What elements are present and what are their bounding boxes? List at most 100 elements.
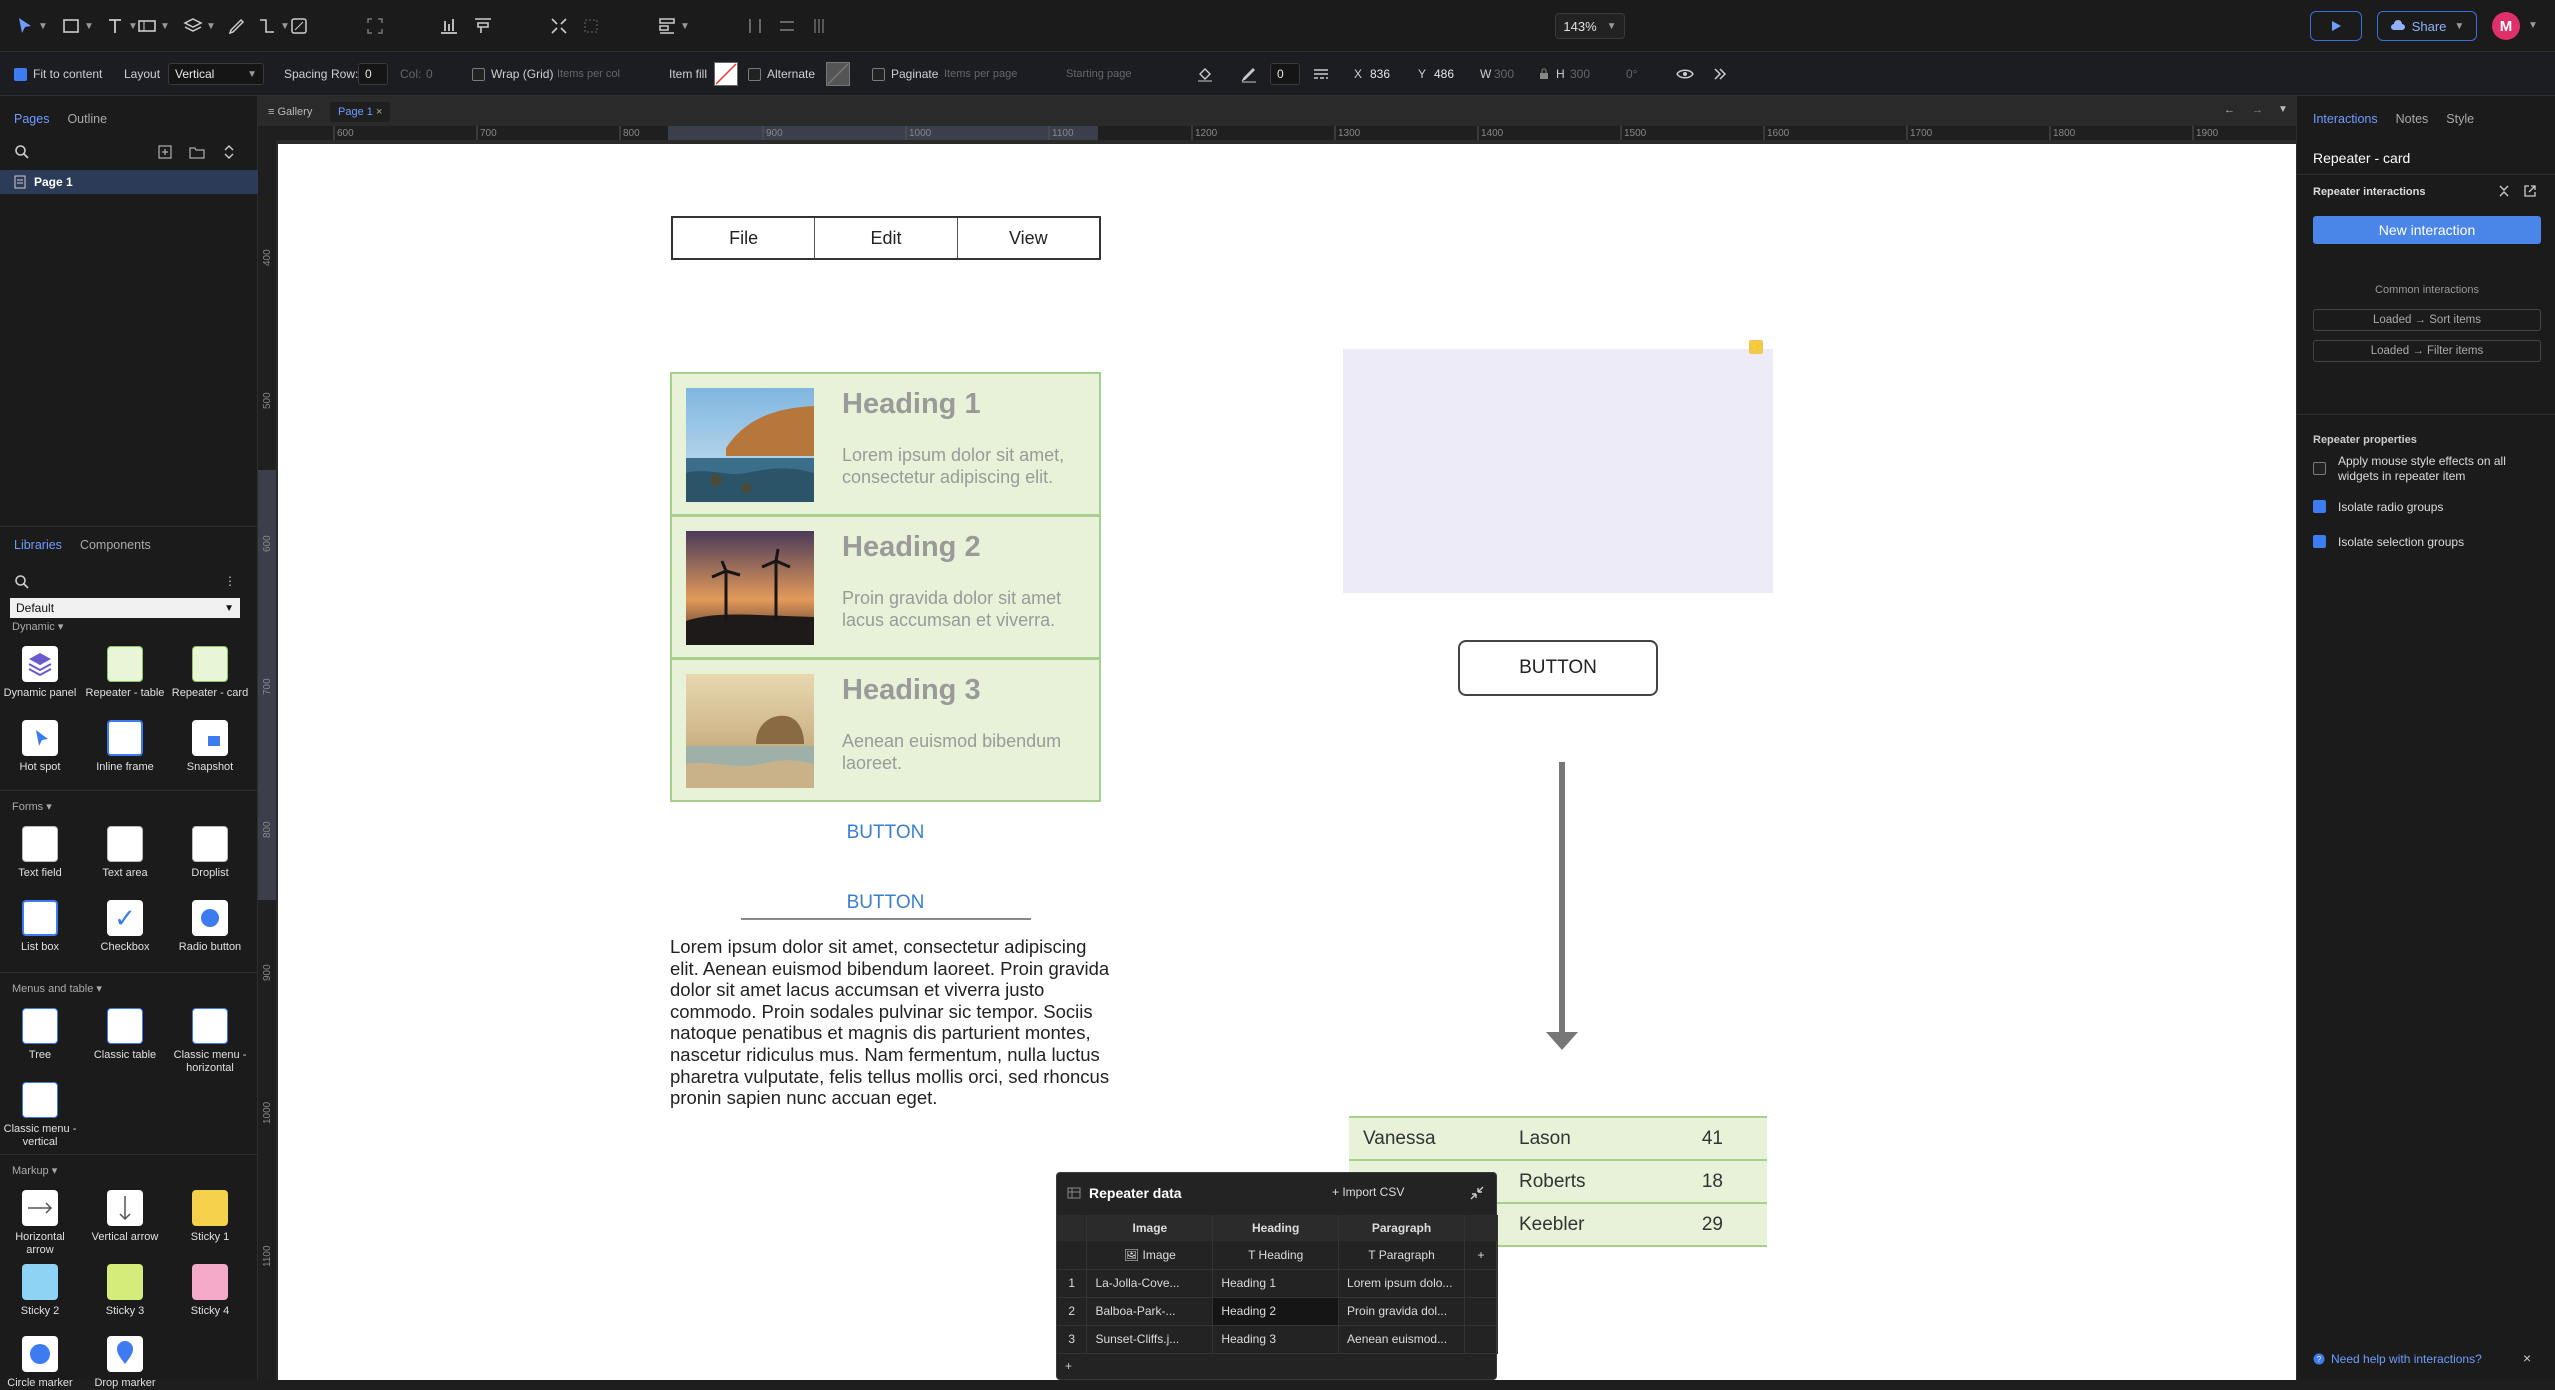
- note-tool-button[interactable]: [288, 14, 310, 38]
- widget-dynamic-panel[interactable]: Dynamic panel: [0, 646, 80, 700]
- repeater-card-item[interactable]: Heading 2 Proin gravida dolor sit amet l…: [670, 515, 1101, 659]
- table-cell[interactable]: Balboa-Park-...: [1086, 1297, 1214, 1326]
- tab-pages[interactable]: Pages: [14, 112, 49, 126]
- link-button-1[interactable]: BUTTON: [670, 822, 1101, 844]
- table-cell[interactable]: Proin gravida dol...: [1338, 1297, 1465, 1326]
- frame-tool-button[interactable]: ▼: [136, 14, 170, 38]
- common-filter-button[interactable]: Loaded → Filter items: [2313, 340, 2541, 362]
- tab-gallery[interactable]: ≡ Gallery: [268, 106, 312, 118]
- widget-horizontal-arrow[interactable]: Horizontal arrow: [0, 1190, 80, 1257]
- widget-repeater-card[interactable]: Repeater - card: [170, 646, 250, 700]
- arrow-right-icon[interactable]: →: [2252, 104, 2263, 116]
- alternate-checkbox[interactable]: Alternate: [748, 64, 815, 84]
- visibility-button[interactable]: [1676, 64, 1694, 84]
- col-spacing-input[interactable]: 0: [426, 64, 433, 84]
- fit-to-content-checkbox[interactable]: Fit to content: [14, 64, 102, 84]
- column-header[interactable]: Heading: [1212, 1215, 1340, 1241]
- widget-circle-marker[interactable]: Circle marker: [0, 1336, 80, 1390]
- isolate-selection-checkbox[interactable]: Isolate selection groups: [2313, 535, 2543, 550]
- widget-tree[interactable]: Tree: [0, 1008, 80, 1062]
- fit-button[interactable]: [548, 14, 570, 38]
- more-options-icon[interactable]: ⋮: [224, 574, 236, 588]
- widget-snapshot[interactable]: Snapshot: [170, 720, 250, 774]
- table-row[interactable]: 3 Sunset-Cliffs.j... Heading 3 Aenean eu…: [1057, 1325, 1498, 1354]
- sort-icon[interactable]: [222, 144, 236, 160]
- widget-radio-button[interactable]: Radio button: [170, 900, 250, 954]
- starting-page-input[interactable]: Starting page: [1066, 64, 1131, 84]
- collapse-all-icon[interactable]: [2497, 184, 2511, 198]
- column-header[interactable]: Paragraph: [1338, 1215, 1465, 1241]
- widget-name[interactable]: Repeater - card: [2313, 150, 2410, 166]
- isolate-radio-checkbox[interactable]: Isolate radio groups: [2313, 500, 2543, 515]
- layers-tool-button[interactable]: ▼: [182, 14, 216, 38]
- dynamic-panel[interactable]: [1343, 349, 1773, 593]
- widget-sticky-4[interactable]: Sticky 4: [170, 1264, 250, 1318]
- widget-repeater-table[interactable]: Repeater - table: [85, 646, 165, 700]
- select-tool-button[interactable]: ▼: [14, 14, 48, 38]
- widget-droplist[interactable]: Droplist: [170, 826, 250, 880]
- import-csv-button[interactable]: + Import CSV: [1332, 1185, 1404, 1199]
- row-spacing-input[interactable]: 0: [358, 63, 388, 85]
- preview-button[interactable]: [2310, 11, 2362, 41]
- group-button[interactable]: [364, 14, 386, 38]
- new-interaction-button[interactable]: New interaction: [2313, 216, 2541, 244]
- column-type-cell[interactable]: T Paragraph: [1338, 1241, 1465, 1270]
- distribute-button[interactable]: [472, 14, 494, 38]
- menu-item-file[interactable]: File: [673, 218, 816, 258]
- table-cell[interactable]: Aenean euismod...: [1338, 1325, 1465, 1354]
- stroke-style-button[interactable]: [1312, 64, 1330, 84]
- link-button-2[interactable]: BUTTON: [670, 892, 1101, 914]
- table-cell[interactable]: Heading 3: [1212, 1325, 1340, 1354]
- repeater-card-item[interactable]: Heading 1 Lorem ipsum dolor sit amet, co…: [670, 372, 1101, 516]
- table-cell[interactable]: La-Jolla-Cove...: [1086, 1269, 1214, 1298]
- close-icon[interactable]: ×: [376, 106, 382, 118]
- tab-outline[interactable]: Outline: [67, 112, 107, 126]
- library-select[interactable]: Default ▼: [10, 598, 240, 618]
- help-link[interactable]: ? Need help with interactions?: [2313, 1352, 2482, 1366]
- widget-sticky-1[interactable]: Sticky 1: [170, 1190, 250, 1244]
- widget-vertical-arrow[interactable]: Vertical arrow: [85, 1190, 165, 1244]
- tab-interactions[interactable]: Interactions: [2313, 112, 2378, 126]
- widget-sticky-2[interactable]: Sticky 2: [0, 1264, 80, 1318]
- table-row[interactable]: 1 La-Jolla-Cove... Heading 1 Lorem ipsum…: [1057, 1269, 1498, 1298]
- table-cell[interactable]: Lorem ipsum dolo...: [1338, 1269, 1465, 1298]
- lock-ratio-button[interactable]: [1538, 64, 1550, 84]
- widget-classic-table[interactable]: Classic table: [85, 1008, 165, 1062]
- library-search-icon[interactable]: [14, 574, 30, 590]
- zoom-select[interactable]: 143% ▼: [1555, 13, 1625, 39]
- add-row-icon[interactable]: +: [1065, 1359, 1072, 1373]
- external-link-icon[interactable]: [2523, 184, 2537, 198]
- widget-text-area[interactable]: Text area: [85, 826, 165, 880]
- widget-inline-frame[interactable]: Inline frame: [85, 720, 165, 774]
- section-dynamic[interactable]: Dynamic ▾: [12, 620, 63, 633]
- align-button[interactable]: [438, 14, 460, 38]
- grid-button[interactable]: [808, 14, 830, 38]
- table-cell[interactable]: Heading 1: [1212, 1269, 1340, 1298]
- tab-components[interactable]: Components: [80, 538, 151, 552]
- item-fill-swatch[interactable]: [714, 62, 738, 86]
- widget-hot-spot[interactable]: Hot spot: [0, 720, 80, 774]
- widget-drop-marker[interactable]: Drop marker: [85, 1336, 165, 1390]
- menu-item-edit[interactable]: Edit: [815, 218, 958, 258]
- tab-style[interactable]: Style: [2446, 112, 2474, 126]
- paginate-checkbox[interactable]: Paginate: [872, 64, 938, 84]
- stroke-width-input[interactable]: 0: [1270, 63, 1300, 85]
- mouse-style-checkbox[interactable]: Apply mouse style effects on all widgets…: [2313, 454, 2543, 484]
- crop-button[interactable]: [580, 14, 602, 38]
- layout-select[interactable]: Vertical ▼: [168, 63, 264, 85]
- h-input[interactable]: 300: [1570, 64, 1590, 84]
- widget-sticky-3[interactable]: Sticky 3: [85, 1264, 165, 1318]
- text-tool-button[interactable]: ▼: [104, 14, 138, 38]
- section-forms[interactable]: Forms ▾: [12, 800, 52, 813]
- menu-item-view[interactable]: View: [958, 218, 1099, 258]
- table-row[interactable]: 2 Balboa-Park-... Heading 2 Proin gravid…: [1057, 1297, 1498, 1326]
- tab-libraries[interactable]: Libraries: [14, 538, 62, 552]
- avatar-chevron-icon[interactable]: ▼: [2528, 20, 2538, 31]
- collapse-icon[interactable]: [1469, 1185, 1485, 1201]
- share-button[interactable]: Share ▼: [2377, 11, 2477, 41]
- table-cell[interactable]: Heading 2: [1212, 1297, 1340, 1326]
- flip-h-button[interactable]: [744, 14, 766, 38]
- section-markup[interactable]: Markup ▾: [12, 1164, 57, 1177]
- column-type-cell[interactable]: T Heading: [1212, 1241, 1340, 1270]
- more-properties-button[interactable]: [1712, 64, 1728, 84]
